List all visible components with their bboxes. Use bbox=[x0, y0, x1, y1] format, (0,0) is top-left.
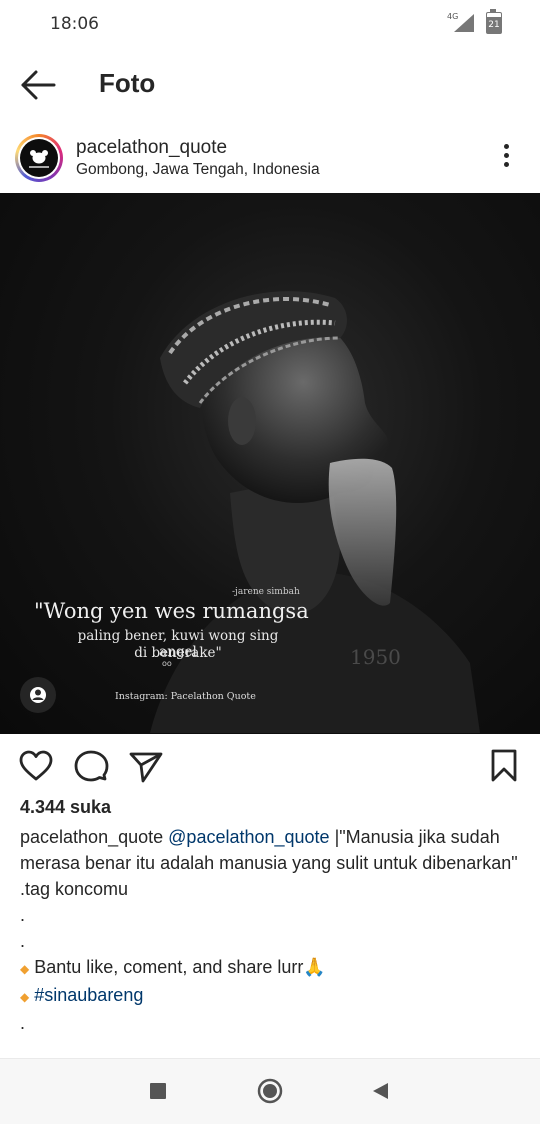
signal-icon bbox=[454, 14, 474, 32]
caption-main: pacelathon_quote @pacelathon_quote |"Man… bbox=[20, 824, 520, 876]
bookmark-icon[interactable] bbox=[486, 748, 522, 784]
post-username[interactable]: pacelathon_quote bbox=[76, 137, 227, 159]
bear-logo-icon bbox=[29, 150, 49, 168]
status-time: 18:06 bbox=[50, 14, 99, 34]
comment-icon[interactable] bbox=[73, 748, 109, 784]
page-title: Foto bbox=[99, 68, 156, 98]
caption-dot-2: . bbox=[20, 931, 26, 951]
home-icon[interactable] bbox=[257, 1078, 283, 1104]
caption-tag-line: .tag koncomu bbox=[20, 879, 129, 899]
caption-dot-1: . bbox=[20, 905, 26, 925]
more-vertical-icon[interactable] bbox=[496, 144, 516, 172]
app-bar: Foto bbox=[0, 48, 540, 120]
likes-count[interactable]: 4.344 suka bbox=[20, 797, 111, 818]
caption-bullet-2: ◆ #sinaubareng bbox=[20, 982, 520, 1010]
caption-username[interactable]: pacelathon_quote bbox=[20, 827, 163, 847]
caption-bullet-1: ◆ Bantu like, coment, and share lurr🙏 bbox=[20, 954, 520, 982]
post-header: pacelathon_quote Gombong, Jawa Tengah, I… bbox=[0, 120, 540, 193]
back-nav-icon[interactable] bbox=[370, 1081, 390, 1101]
back-arrow-icon[interactable] bbox=[18, 68, 58, 102]
heart-icon[interactable] bbox=[18, 748, 54, 784]
quote-year: 1950 bbox=[350, 645, 401, 669]
system-nav-bar bbox=[0, 1058, 540, 1124]
caption-mention[interactable]: @pacelathon_quote bbox=[168, 827, 329, 847]
caption-hashtag[interactable]: #sinaubareng bbox=[34, 985, 143, 1005]
post-actions bbox=[0, 734, 540, 798]
quote-dots: oo bbox=[162, 659, 172, 668]
instagram-label: Instagram: Pacelathon Quote bbox=[115, 691, 256, 702]
avatar-image bbox=[20, 139, 58, 177]
user-tag-icon[interactable] bbox=[20, 677, 56, 713]
caption-bullet-text: Bantu like, coment, and share lurr🙏 bbox=[29, 957, 326, 977]
post-location[interactable]: Gombong, Jawa Tengah, Indonesia bbox=[76, 161, 320, 179]
battery-icon: 21 bbox=[486, 12, 502, 34]
recents-icon[interactable] bbox=[148, 1081, 168, 1101]
send-icon[interactable] bbox=[128, 748, 164, 784]
avatar[interactable] bbox=[15, 134, 63, 182]
post-image[interactable]: -jarene simbah "Wong yen wes rumangsa pa… bbox=[0, 193, 540, 734]
caption-dot-3: . bbox=[20, 1013, 26, 1033]
avatar-ring bbox=[18, 137, 60, 179]
quote-line-1: "Wong yen wes rumangsa bbox=[34, 599, 309, 623]
post-caption: pacelathon_quote @pacelathon_quote |"Man… bbox=[20, 824, 520, 1036]
quote-author: -jarene simbah bbox=[232, 587, 300, 597]
orange-diamond-icon: ◆ bbox=[20, 990, 30, 1004]
status-bar: 18:06 4G 21 bbox=[0, 0, 540, 48]
battery-level: 21 bbox=[487, 17, 501, 33]
orange-diamond-icon: ◆ bbox=[20, 962, 30, 976]
quote-line-3: di benerake" bbox=[134, 645, 222, 661]
